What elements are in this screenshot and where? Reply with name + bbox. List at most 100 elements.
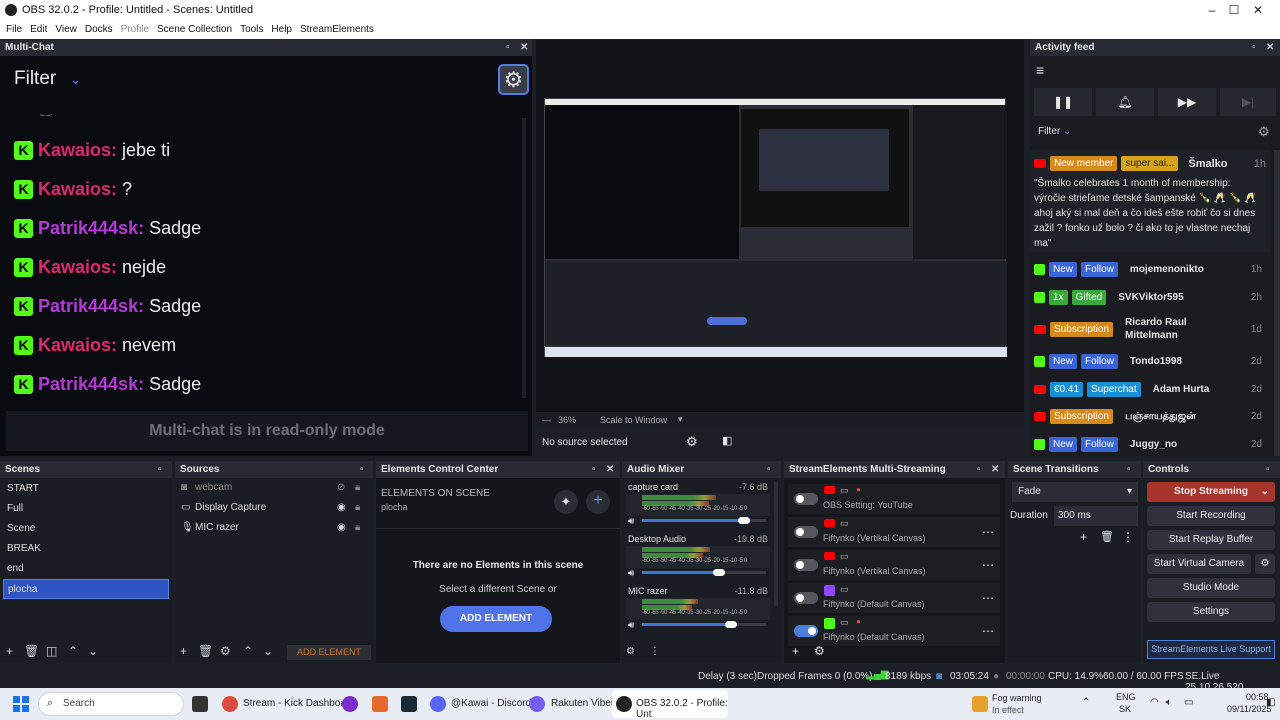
source-row[interactable]: ▭ Display Capture ◉ 🔒︎	[175, 498, 373, 518]
language-layout[interactable]: SK	[1119, 704, 1131, 714]
gear-icon[interactable]: ⚙	[498, 64, 529, 95]
close-dock-icon[interactable]: ✕	[520, 39, 528, 56]
more-icon[interactable]: ⋯	[982, 591, 994, 605]
scene-item[interactable]: START	[0, 479, 172, 499]
volume-slider[interactable]	[642, 519, 744, 522]
float-icon[interactable]: ▫	[592, 461, 596, 478]
scene-item[interactable]: BREAK	[0, 539, 172, 559]
chevron-down-icon[interactable]: ▾	[678, 414, 683, 425]
stream-toggle[interactable]	[794, 526, 818, 538]
language[interactable]: ENG	[1116, 692, 1136, 702]
scene-item[interactable]: Scene	[0, 519, 172, 539]
more-icon[interactable]: ⋯	[982, 525, 994, 539]
scale-mode[interactable]: Scale to Window	[600, 415, 667, 425]
down-icon[interactable]: ⌄	[263, 644, 273, 658]
start-virtual-camera-button[interactable]: Start Virtual Camera	[1147, 554, 1251, 574]
start-replay-button[interactable]: Start Replay Buffer	[1147, 530, 1275, 550]
up-icon[interactable]: ⌃	[68, 644, 78, 658]
volume-knob[interactable]	[725, 621, 738, 628]
down-icon[interactable]: ⌄	[88, 644, 98, 658]
stream-toggle[interactable]	[794, 625, 818, 637]
lock-icon[interactable]: 🔒︎	[355, 498, 360, 518]
scene-item[interactable]: plocha	[3, 579, 169, 599]
menu-icon[interactable]: ≡	[1036, 62, 1044, 78]
eye-icon[interactable]: ◉	[337, 518, 346, 538]
notification-icon[interactable]: ◧	[1266, 697, 1275, 708]
menu-view[interactable]: View	[51, 24, 81, 35]
wifi-icon[interactable]: ◠	[1150, 697, 1159, 708]
live-support-button[interactable]: StreamElements Live Support	[1147, 640, 1275, 659]
gear-icon[interactable]: ⚙	[814, 644, 825, 658]
battery-icon[interactable]: ▭	[1184, 697, 1193, 708]
activity-row[interactable]: Subscription பஞ்சாயத்துஜன் 2d	[1034, 405, 1280, 427]
transition-select[interactable]: Fade ▾	[1012, 482, 1138, 502]
float-icon[interactable]: ▫	[977, 461, 981, 478]
more-icon[interactable]: ⋮	[1122, 530, 1134, 544]
float-icon[interactable]: ▫	[1266, 461, 1270, 478]
stream-toggle[interactable]	[794, 592, 818, 604]
taskbar-app[interactable]: Rakuten Viber	[551, 698, 614, 709]
eye-hidden-icon[interactable]: ⊘	[337, 478, 345, 498]
zoom-level[interactable]: 36%	[558, 415, 576, 425]
more-icon[interactable]: ⋯	[982, 558, 994, 572]
filter-icon[interactable]: ◫	[46, 644, 57, 658]
duration-input[interactable]: 300 ms	[1054, 506, 1138, 526]
activity-row[interactable]: New Follow Juggy_no 2d	[1034, 433, 1280, 455]
add-icon[interactable]: +	[586, 490, 610, 514]
close-dock-icon[interactable]: ✕	[991, 461, 999, 478]
volume-knob[interactable]	[737, 517, 750, 524]
menu-file[interactable]: File	[2, 24, 26, 35]
skip-end-icon[interactable]: ▶|	[1220, 88, 1276, 116]
menu-scene-collection[interactable]: Scene Collection	[153, 24, 236, 35]
gear-icon[interactable]: ⚙	[626, 646, 635, 657]
close-icon[interactable]: ✕	[1236, 0, 1280, 20]
eye-icon[interactable]: ◉	[337, 498, 346, 518]
stream-toggle[interactable]	[794, 559, 818, 571]
gear-icon[interactable]: ⚙	[220, 644, 231, 658]
menu-tools[interactable]: Tools	[236, 24, 267, 35]
clock-date[interactable]: 09/11/2025	[1227, 704, 1271, 714]
speaker-icon[interactable]: 🔊︎	[628, 620, 634, 631]
volume-slider[interactable]	[642, 571, 719, 574]
menu-streamelements[interactable]: StreamElements	[296, 24, 378, 35]
volume-knob[interactable]	[712, 569, 725, 576]
windows-start-icon[interactable]	[13, 696, 29, 712]
trash-icon[interactable]: 🗑︎	[24, 644, 39, 658]
source-row[interactable]: ◙ webcam ⊘ 🔒︎	[175, 478, 373, 498]
bell-icon[interactable]: 🔔︎	[1096, 88, 1154, 116]
lock-icon[interactable]: 🔒︎	[355, 478, 360, 498]
gear-icon[interactable]: ⚙	[1255, 554, 1275, 574]
speaker-icon[interactable]: 🔈︎	[1166, 697, 1172, 708]
chrome-icon[interactable]	[222, 696, 238, 712]
more-icon[interactable]: ⋮	[650, 646, 660, 657]
activity-row[interactable]: €0.41 Superchat Adam Hurta 2d	[1034, 378, 1280, 400]
discord-icon[interactable]	[430, 696, 446, 712]
chat-filter[interactable]: Filter ⌄	[14, 68, 81, 90]
activity-row[interactable]: New Follow mojemenonikto 1h	[1034, 258, 1280, 280]
lock-icon[interactable]: 🔒︎	[355, 518, 360, 538]
trash-icon[interactable]: 🗑︎	[1100, 530, 1114, 543]
more-icon[interactable]: ⋯	[982, 624, 994, 638]
close-dock-icon[interactable]: ✕	[1266, 39, 1274, 56]
stream-toggle[interactable]	[794, 493, 818, 505]
sparkle-icon[interactable]: ✦	[554, 490, 578, 514]
filter-icon[interactable]: ◧	[722, 434, 732, 447]
search-box[interactable]: ⌕ Search	[38, 692, 184, 716]
skip-icon[interactable]: ▶▶	[1158, 88, 1216, 116]
activity-filter[interactable]: Filter ⌄	[1038, 126, 1071, 137]
gear-icon[interactable]: ⚙	[1258, 124, 1270, 140]
add-icon[interactable]: +	[180, 644, 187, 658]
add-icon[interactable]: +	[792, 644, 799, 658]
app-icon[interactable]	[372, 696, 388, 712]
float-icon[interactable]: ▫	[506, 39, 510, 56]
volume-slider[interactable]	[642, 623, 732, 626]
source-row[interactable]: 🎙︎ MIC razer ◉ 🔒︎	[175, 518, 373, 538]
activity-row[interactable]: New Follow Tondo1998 2d	[1034, 350, 1280, 372]
start-recording-button[interactable]: Start Recording	[1147, 506, 1275, 526]
taskview-icon[interactable]	[192, 696, 208, 712]
float-icon[interactable]: ▫	[767, 461, 771, 478]
pause-icon[interactable]: ❚❚	[1034, 88, 1092, 116]
taskbar-app[interactable]: @Kawai - Discord	[451, 698, 531, 709]
app-icon[interactable]	[342, 696, 358, 712]
taskbar-active[interactable]: OBS 32.0.2 - Profile: Unt	[612, 690, 728, 720]
